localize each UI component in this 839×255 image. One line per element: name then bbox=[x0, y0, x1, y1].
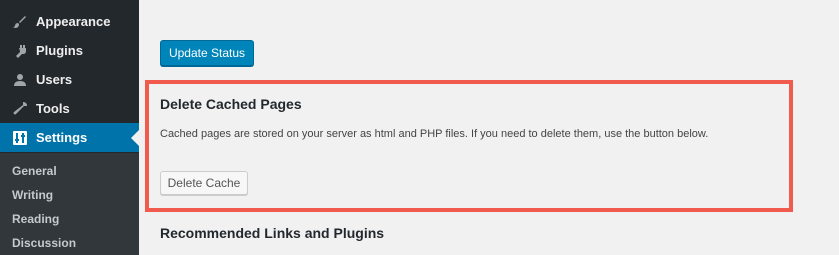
admin-sidebar: Appearance Plugins Users Tools Settings … bbox=[0, 0, 139, 255]
submenu-item-writing[interactable]: Writing bbox=[12, 188, 53, 202]
sidebar-item-tools[interactable]: Tools bbox=[0, 94, 139, 123]
sidebar-item-appearance[interactable]: Appearance bbox=[0, 7, 139, 36]
submenu-item-general[interactable]: General bbox=[12, 164, 57, 178]
sidebar-item-label: Users bbox=[36, 72, 73, 87]
paintbrush-icon bbox=[10, 12, 30, 32]
update-status-button[interactable]: Update Status bbox=[160, 40, 254, 66]
settings-icon bbox=[10, 128, 30, 148]
active-indicator-arrow bbox=[131, 129, 139, 146]
section-description: Cached pages are stored on your server a… bbox=[160, 128, 709, 140]
delete-cache-button[interactable]: Delete Cache bbox=[160, 171, 248, 195]
sidebar-item-users[interactable]: Users bbox=[0, 65, 139, 94]
recommended-section-title: Recommended Links and Plugins bbox=[160, 225, 385, 241]
plug-icon bbox=[10, 41, 30, 61]
sidebar-item-label: Plugins bbox=[36, 43, 83, 58]
sidebar-item-settings[interactable]: Settings bbox=[0, 123, 139, 152]
sidebar-item-label: Settings bbox=[36, 130, 88, 145]
submenu-item-reading[interactable]: Reading bbox=[12, 212, 59, 226]
user-icon bbox=[10, 70, 30, 90]
main-content: Update Status Delete Cached Pages Cached… bbox=[139, 0, 839, 255]
sidebar-item-label: Tools bbox=[36, 101, 70, 116]
section-title: Delete Cached Pages bbox=[160, 96, 302, 112]
settings-submenu: General Writing Reading Discussion bbox=[0, 153, 139, 255]
submenu-item-discussion[interactable]: Discussion bbox=[12, 236, 76, 250]
wrench-icon bbox=[10, 99, 30, 119]
sidebar-item-plugins[interactable]: Plugins bbox=[0, 36, 139, 65]
sidebar-item-label: Appearance bbox=[36, 14, 111, 29]
